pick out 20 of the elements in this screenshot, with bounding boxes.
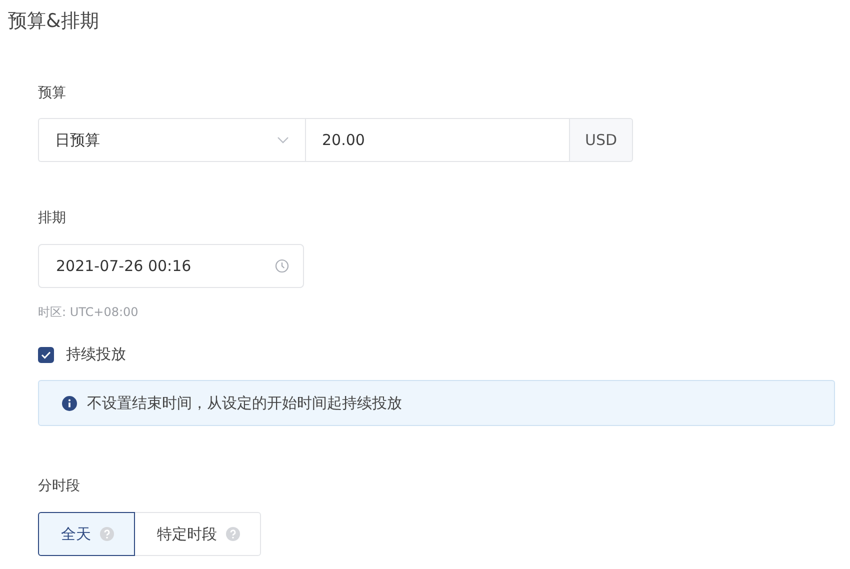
section-title: 预算&排期: [7, 9, 100, 34]
field-label: 预算: [38, 84, 67, 103]
checkmark-icon: [41, 350, 51, 358]
segment-option[interactable]: 全天: [38, 512, 135, 556]
clock-icon: [275, 259, 289, 273]
timezone-hint: 时区: UTC+08:00: [38, 304, 140, 320]
help-icon: [226, 527, 240, 541]
info-icon: [62, 396, 77, 410]
chevron-down-icon: [277, 136, 289, 144]
help-icon: [100, 527, 114, 541]
amount-input[interactable]: 20.00: [305, 118, 570, 162]
checkbox[interactable]: [38, 346, 54, 362]
segment-option[interactable]: 特定时段: [134, 512, 261, 556]
checkbox-label[interactable]: 持续投放: [66, 345, 126, 364]
budget-type-select[interactable]: 日预算: [38, 118, 305, 162]
field-label: 排期: [38, 209, 67, 228]
info-text: 不设置结束时间，从设定的开始时间起持续投放: [87, 394, 402, 412]
currency-addon: USD: [570, 118, 633, 162]
field-label: 分时段: [38, 477, 81, 496]
start-time-field[interactable]: 2021-07-26 00:16: [38, 244, 304, 288]
